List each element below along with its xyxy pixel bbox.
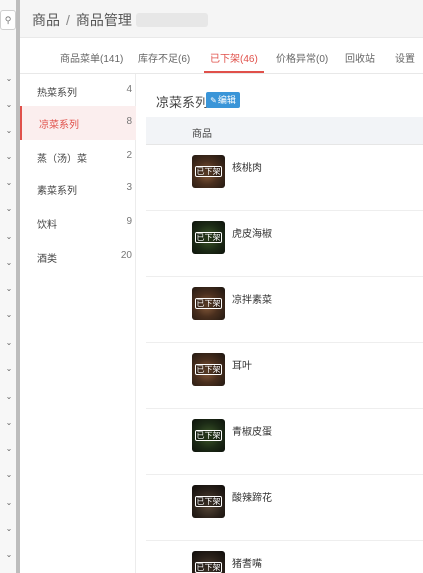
category-item-active[interactable]: 凉菜系列 8 — [20, 106, 136, 140]
product-name: 青椒皮蛋 — [232, 427, 272, 438]
product-thumbnail: 已下架 — [192, 551, 225, 573]
product-name: 虎皮海椒 — [232, 229, 272, 240]
tab-settings[interactable]: 设置 — [395, 50, 415, 65]
page-header: 商品 / 商品管理 — [20, 0, 423, 38]
tab-bar: 商品菜单(141) 库存不足(6) 已下架(46) 价格异常(0) 回收站 设置 — [20, 38, 423, 74]
chevron-down-icon[interactable]: ⌄ — [4, 550, 14, 560]
left-rail: ⚲ ⌄ ⌄ ⌄ ⌄ ⌄ ⌄ ⌄ ⌄ ⌄ ⌄ ⌄ ⌄ ⌄ ⌄ ⌄ ⌄ ⌄ ⌄ ⌄ — [0, 0, 20, 573]
category-count: 9 — [126, 216, 132, 227]
off-shelf-badge: 已下架 — [195, 562, 222, 573]
product-name: 凉拌素菜 — [232, 295, 272, 306]
breadcrumb-separator: / — [66, 12, 70, 28]
off-shelf-badge: 已下架 — [195, 496, 222, 507]
chevron-down-icon[interactable]: ⌄ — [4, 204, 14, 214]
chevron-down-icon[interactable]: ⌄ — [4, 152, 14, 162]
table-row[interactable]: 已下架 青椒皮蛋 — [146, 409, 423, 475]
off-shelf-badge: 已下架 — [195, 430, 222, 441]
table-row[interactable]: 已下架 酸辣蹄花 — [146, 475, 423, 541]
chevron-down-icon[interactable]: ⌄ — [4, 444, 14, 454]
breadcrumb: 商品 / 商品管理 — [32, 10, 208, 30]
chevron-down-icon[interactable]: ⌄ — [4, 364, 14, 374]
chevron-down-icon[interactable]: ⌄ — [4, 498, 14, 508]
table-row[interactable]: 已下架 凉拌素菜 — [146, 277, 423, 343]
chevron-down-icon[interactable]: ⌄ — [4, 470, 14, 480]
breadcrumb-root[interactable]: 商品 — [32, 12, 60, 28]
pencil-icon: ✎ — [210, 96, 217, 105]
off-shelf-badge: 已下架 — [195, 232, 222, 243]
category-name: 热菜系列 — [37, 88, 77, 99]
off-shelf-badge: 已下架 — [195, 364, 222, 375]
product-name: 核桃肉 — [232, 163, 262, 174]
category-count: 3 — [126, 182, 132, 193]
category-name: 蒸（汤）菜 — [37, 154, 87, 165]
breadcrumb-current: 商品管理 — [75, 12, 132, 28]
product-name: 酸辣蹄花 — [232, 493, 272, 504]
column-header-product: 商品 — [192, 129, 212, 140]
tab-recycle-bin[interactable]: 回收站 — [345, 50, 375, 65]
section-title: 凉菜系列 — [156, 95, 209, 110]
category-count: 4 — [126, 84, 132, 95]
chevron-down-icon[interactable]: ⌄ — [4, 74, 14, 84]
product-name: 猪耆嘴 — [232, 559, 262, 570]
off-shelf-badge: 已下架 — [195, 166, 222, 177]
chevron-down-icon[interactable]: ⌄ — [4, 310, 14, 320]
product-name: 耳叶 — [232, 361, 252, 372]
table-row[interactable]: 已下架 耳叶 — [146, 343, 423, 409]
chevron-down-icon[interactable]: ⌄ — [4, 338, 14, 348]
search-icon[interactable]: ⚲ — [0, 10, 16, 30]
chevron-down-icon[interactable]: ⌄ — [4, 284, 14, 294]
category-count: 20 — [120, 250, 132, 261]
table-row[interactable]: 已下架 虎皮海椒 — [146, 211, 423, 277]
tab-low-stock[interactable]: 库存不足(6) — [138, 50, 190, 65]
redacted-block — [135, 13, 208, 27]
product-thumbnail: 已下架 — [192, 287, 225, 320]
chevron-down-icon[interactable]: ⌄ — [4, 178, 14, 188]
product-panel: 凉菜系列 ✎编辑 商品 已下架 核桃肉 已下架 虎皮海椒 已下架 凉拌素菜 已下… — [136, 74, 423, 573]
product-thumbnail: 已下架 — [192, 221, 225, 254]
tab-price-anomaly[interactable]: 价格异常(0) — [276, 50, 328, 65]
tab-off-shelf[interactable]: 已下架(46) — [210, 50, 258, 65]
category-item[interactable]: 酒类 20 — [20, 240, 136, 274]
category-item[interactable]: 素菜系列 3 — [20, 172, 136, 206]
category-count: 8 — [126, 116, 132, 127]
edit-label: 编辑 — [217, 95, 236, 105]
chevron-down-icon[interactable]: ⌄ — [4, 524, 14, 534]
category-list: 热菜系列 4 凉菜系列 8 蒸（汤）菜 2 素菜系列 3 饮料 9 酒类 20 — [20, 74, 136, 573]
category-item[interactable]: 饮料 9 — [20, 206, 136, 240]
table-row[interactable]: 已下架 猪耆嘴 — [146, 541, 423, 573]
table-header: 商品 — [146, 117, 423, 145]
off-shelf-badge: 已下架 — [195, 298, 222, 309]
chevron-down-icon[interactable]: ⌄ — [4, 392, 14, 402]
edit-button[interactable]: ✎编辑 — [206, 92, 240, 108]
chevron-down-icon[interactable]: ⌄ — [4, 258, 14, 268]
product-thumbnail: 已下架 — [192, 485, 225, 518]
product-thumbnail: 已下架 — [192, 353, 225, 386]
tab-menu[interactable]: 商品菜单(141) — [60, 50, 123, 65]
category-count: 2 — [126, 150, 132, 161]
category-name: 酒类 — [37, 254, 57, 265]
product-thumbnail: 已下架 — [192, 419, 225, 452]
category-name: 凉菜系列 — [39, 120, 79, 131]
chevron-down-icon[interactable]: ⌄ — [4, 232, 14, 242]
chevron-down-icon[interactable]: ⌄ — [4, 126, 14, 136]
category-item[interactable]: 热菜系列 4 — [20, 74, 136, 108]
app-root: ⚲ ⌄ ⌄ ⌄ ⌄ ⌄ ⌄ ⌄ ⌄ ⌄ ⌄ ⌄ ⌄ ⌄ ⌄ ⌄ ⌄ ⌄ ⌄ ⌄ … — [0, 0, 423, 573]
chevron-down-icon[interactable]: ⌄ — [4, 100, 14, 110]
table-row[interactable]: 已下架 核桃肉 — [146, 145, 423, 211]
category-name: 饮料 — [37, 220, 57, 231]
chevron-down-icon[interactable]: ⌄ — [4, 418, 14, 428]
category-item[interactable]: 蒸（汤）菜 2 — [20, 140, 136, 174]
active-tab-indicator — [204, 71, 264, 73]
category-name: 素菜系列 — [37, 186, 77, 197]
product-thumbnail: 已下架 — [192, 155, 225, 188]
